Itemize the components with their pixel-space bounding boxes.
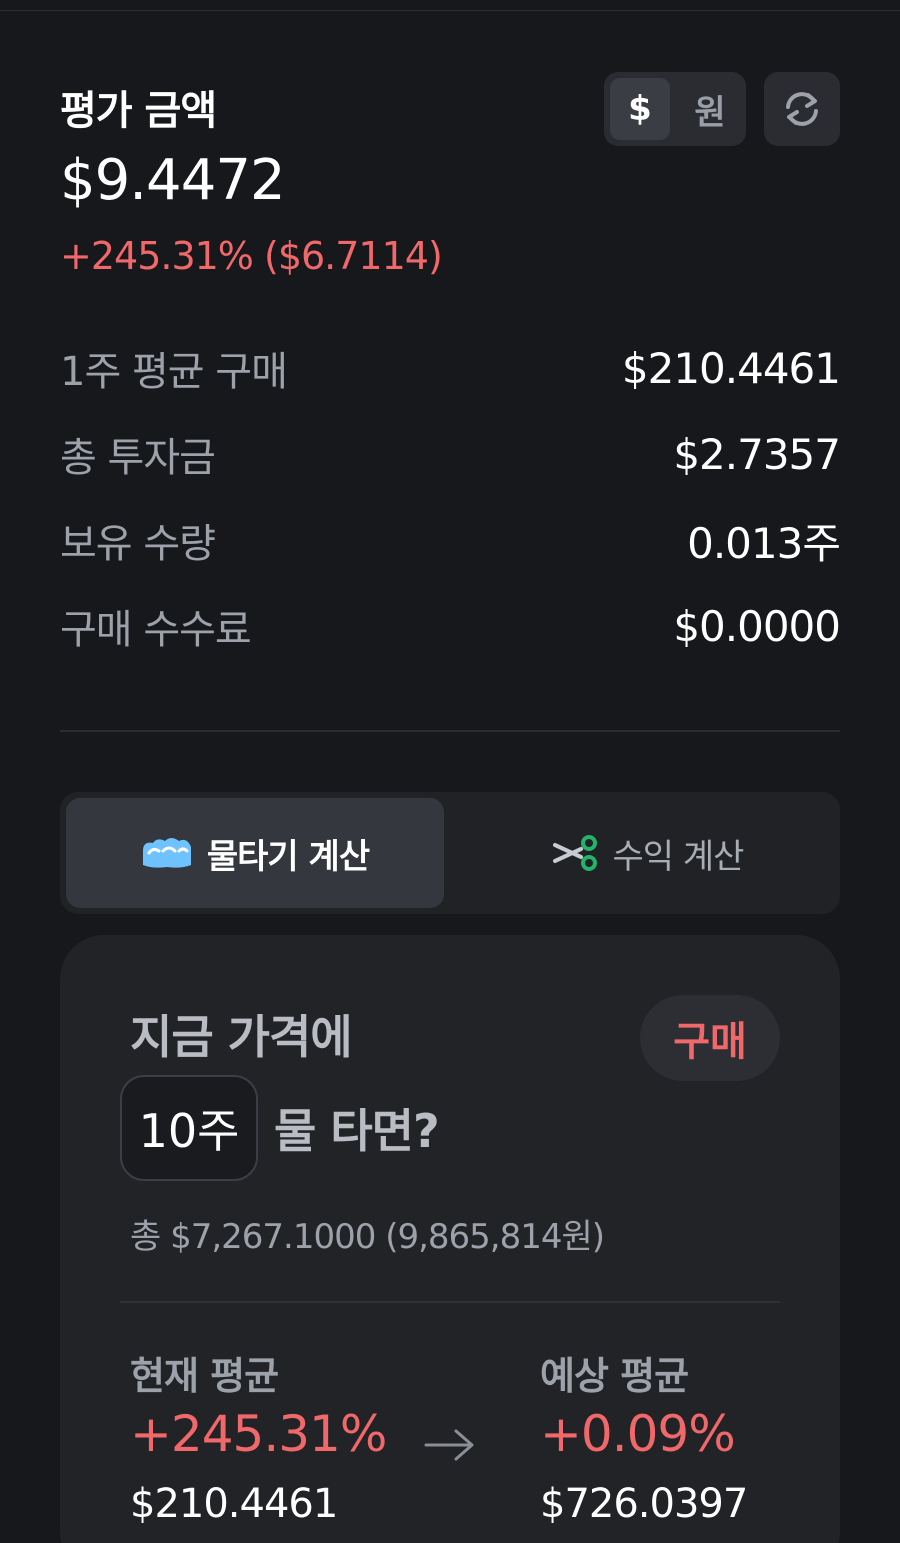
stock-detail-screen: 평가 금액 $9.4472 +245.31% ($6.7114) $ 원 1주 …	[0, 0, 900, 1543]
scissors-icon	[552, 835, 597, 871]
currency-toggle: $ 원	[604, 72, 746, 146]
evaluation-amount: $9.4472	[60, 148, 286, 213]
section-divider	[60, 730, 840, 732]
evaluation-title: 평가 금액	[60, 88, 217, 134]
stat-row-fee: 구매 수수료 $0.0000	[60, 596, 841, 656]
top-divider	[0, 10, 900, 11]
quantity-input[interactable]: 10주	[120, 1075, 258, 1181]
expected-avg-label: 예상 평균	[540, 1354, 689, 1398]
stat-row-quantity: 보유 수량 0.013주	[60, 510, 841, 570]
stat-row-total-invested: 총 투자금 $2.7357	[60, 424, 841, 484]
calculator-tabs: 물타기 계산 수익 계산	[60, 792, 840, 914]
calc-total-amount: 총 $7,267.1000 (9,865,814원)	[130, 1217, 605, 1257]
currency-krw-button[interactable]: 원	[680, 78, 740, 140]
current-avg-price: $210.4461	[130, 1481, 338, 1527]
tab-profit-calc[interactable]: 수익 계산	[460, 798, 834, 908]
tab-water-calc[interactable]: 물타기 계산	[66, 798, 444, 908]
card-divider	[120, 1301, 780, 1303]
stat-value: 0.013주	[687, 518, 841, 568]
expected-avg-price: $726.0397	[540, 1481, 748, 1527]
stat-label: 1주 평균 구매	[60, 349, 288, 395]
tab-water-label: 물타기 계산	[206, 836, 370, 877]
stat-row-avg-price: 1주 평균 구매 $210.4461	[60, 338, 841, 398]
evaluation-change: +245.31% ($6.7114)	[60, 234, 443, 278]
arrow-right-icon	[424, 1429, 474, 1461]
expected-avg-percent: +0.09%	[540, 1405, 736, 1463]
water-calculator-card: 지금 가격에 구매 10주 물 타면? 총 $7,267.1000 (9,865…	[60, 935, 840, 1543]
stat-label: 구매 수수료	[60, 607, 252, 653]
stat-value: $2.7357	[673, 429, 841, 479]
buy-toggle-button[interactable]: 구매	[640, 995, 780, 1081]
currency-usd-button[interactable]: $	[610, 78, 670, 140]
stat-label: 보유 수량	[60, 521, 216, 567]
refresh-button[interactable]	[764, 72, 840, 146]
current-avg-percent: +245.31%	[130, 1405, 387, 1463]
tab-profit-label: 수익 계산	[612, 836, 745, 877]
refresh-icon	[786, 92, 818, 126]
stat-value: $210.4461	[621, 343, 841, 393]
wave-icon	[142, 838, 191, 868]
stat-value: $0.0000	[673, 601, 841, 651]
current-avg-label: 현재 평균	[130, 1354, 279, 1398]
stat-label: 총 투자금	[60, 435, 216, 481]
calc-question-line1: 지금 가격에	[130, 1010, 353, 1064]
calc-question-line2: 물 타면?	[274, 1104, 440, 1158]
